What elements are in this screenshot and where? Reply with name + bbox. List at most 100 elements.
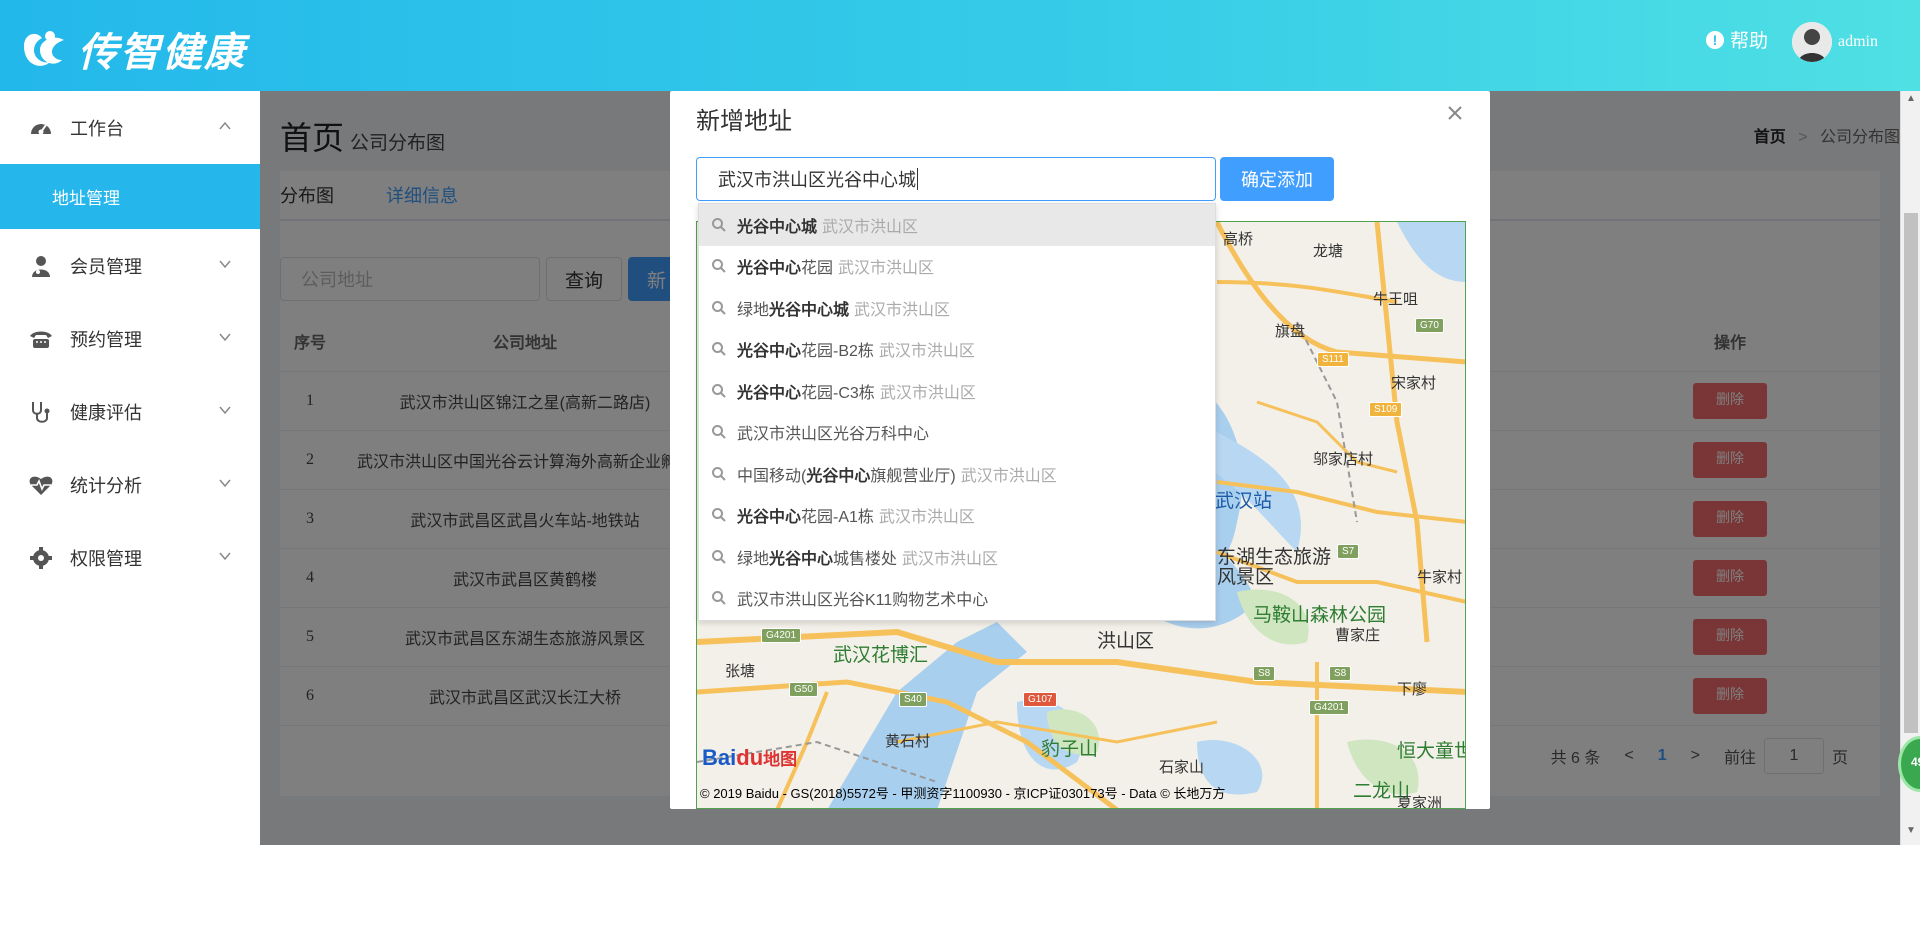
map-copyright: © 2019 Baidu - GS(2018)5572号 - 甲测资字11009…	[700, 786, 1226, 801]
sidebar-item-workbench[interactable]: 工作台	[0, 91, 260, 164]
suggestion-district: 武汉市洪山区	[878, 509, 975, 527]
suggestion-post: 旗舰营业厅)	[870, 467, 956, 485]
suggestion-item[interactable]: 光谷中心 花园 武汉市洪山区	[699, 246, 1215, 288]
road-shield: G107	[1023, 692, 1058, 707]
help-link[interactable]: ! 帮助	[1706, 26, 1768, 53]
chevron-down-icon	[219, 333, 231, 342]
map-label: 石家山	[1159, 759, 1205, 776]
map-label: 夏家洲	[1397, 795, 1443, 809]
gear-icon	[30, 546, 52, 569]
sidebar-item-health-assessment[interactable]: 健康评估	[0, 375, 260, 448]
close-icon[interactable]	[1443, 101, 1467, 125]
road-shield: S109	[1369, 402, 1403, 417]
baidu-logo-bai: Bai	[702, 745, 737, 770]
user-menu[interactable]: admin	[1792, 22, 1878, 62]
sidebar-item-appointments[interactable]: 预约管理	[0, 302, 260, 375]
map-label: 牛王咀	[1373, 291, 1419, 308]
scroll-up-icon[interactable]: ▲	[1901, 93, 1920, 111]
suggestion-item[interactable]: 绿地 光谷中心 城售楼处 武汉市洪山区	[699, 536, 1215, 578]
chevron-up-icon	[219, 121, 231, 130]
confirm-add-button[interactable]: 确定添加	[1220, 157, 1334, 201]
chevron-down-icon	[219, 406, 231, 415]
sidebar-item-permissions[interactable]: 权限管理	[0, 521, 260, 594]
map-label: 马鞍山森林公园	[1253, 605, 1387, 626]
search-icon	[712, 383, 726, 398]
map-label: 东湖生态旅游风景区	[1217, 547, 1332, 588]
app-header: 传智健康 ! 帮助 admin	[0, 0, 1920, 91]
search-icon	[712, 300, 726, 315]
suggestion-pre: 武汉市洪山区光谷K11购物艺术中心	[737, 592, 989, 610]
suggestion-pre: 武汉市洪山区光谷万科中心	[737, 426, 930, 444]
search-icon	[712, 549, 726, 564]
phone-icon	[30, 331, 52, 348]
scroll-down-icon[interactable]: ▼	[1901, 825, 1920, 843]
suggestion-item[interactable]: 光谷中心 花园-B2栋 武汉市洪山区	[699, 329, 1215, 371]
map-label: 洪山区	[1097, 631, 1155, 652]
address-input-value: 武汉市洪山区光谷中心城	[718, 170, 916, 190]
heartbeat-icon	[29, 476, 53, 495]
avatar	[1792, 22, 1832, 62]
map-label: 张塘	[725, 663, 756, 680]
address-input[interactable]: 武汉市洪山区光谷中心城	[696, 157, 1216, 201]
app-logo[interactable]: 传智健康	[18, 20, 246, 78]
suggestion-item[interactable]: 光谷中心 花园-A1栋 武汉市洪山区	[699, 495, 1215, 537]
sidebar-item-label: 健康评估	[70, 402, 142, 423]
suggestion-post: 花园	[801, 260, 834, 278]
suggestion-item[interactable]: 光谷中心城 武汉市洪山区	[699, 204, 1215, 246]
suggestion-match: 光谷中心城	[737, 218, 818, 236]
exclamation-circle-icon: !	[1706, 30, 1724, 49]
suggestion-item[interactable]: 中国移动(光谷中心 旗舰营业厅) 武汉市洪山区	[699, 453, 1215, 495]
sidebar-item-statistics[interactable]: 统计分析	[0, 448, 260, 521]
suggestion-item[interactable]: 绿地 光谷中心城 武汉市洪山区	[699, 287, 1215, 329]
road-shield: S8	[1253, 666, 1276, 681]
suggestion-district: 武汉市洪山区	[822, 218, 919, 236]
suggestion-match: 光谷中心	[737, 384, 802, 402]
suggestion-match: 光谷中心	[737, 343, 802, 361]
suggestion-match: 光谷中心	[737, 509, 802, 527]
username: admin	[1838, 33, 1878, 50]
suggestion-district: 武汉市洪山区	[902, 550, 999, 568]
sidebar-subitem-address[interactable]: 地址管理	[0, 164, 260, 229]
road-shield: S8	[1329, 666, 1352, 681]
help-label: 帮助	[1730, 31, 1769, 52]
suggestion-district: 武汉市洪山区	[854, 301, 951, 319]
suggestion-pre: 中国移动(	[737, 467, 807, 485]
baidu-logo-du: du	[736, 745, 764, 770]
suggestion-match: 光谷中心	[737, 260, 802, 278]
suggestion-item[interactable]: 武汉市洪山区光谷K11购物艺术中心	[699, 578, 1215, 620]
sidebar-item-label: 预约管理	[70, 329, 142, 350]
search-icon	[712, 342, 726, 356]
add-address-dialog: 新增地址 武汉市洪山区光谷中心城 确定添加 高桥 龙塘 牛王咀 旗盘 宋家村 邬…	[670, 91, 1490, 809]
baidu-map-logo[interactable]: Baidu地图	[702, 745, 797, 771]
scrollbar-thumb[interactable]	[1904, 213, 1918, 733]
suggestion-district: 武汉市洪山区	[879, 384, 976, 402]
sidebar: 工作台 地址管理 会员管理 预约管理 健康评估 统计分析 权限管理	[0, 91, 260, 845]
suggestion-post: 花园-A1栋	[801, 509, 874, 527]
road-shield: G50	[789, 682, 818, 697]
search-icon	[712, 508, 726, 522]
map-label: 高桥	[1223, 231, 1254, 248]
suggestion-item[interactable]: 光谷中心 花园-C3栋 武汉市洪山区	[699, 370, 1215, 412]
suggestion-district: 武汉市洪山区	[878, 343, 975, 361]
map-label: 恒大童世	[1397, 741, 1466, 762]
map-label: 邬家店村	[1313, 451, 1374, 468]
map-label: 龙塘	[1313, 243, 1344, 260]
search-icon	[712, 466, 726, 481]
suggestion-item[interactable]: 武汉市洪山区光谷万科中心	[699, 412, 1215, 454]
suggestion-pre: 绿地	[737, 550, 770, 568]
text-caret	[917, 168, 918, 190]
member-icon	[32, 255, 50, 277]
sidebar-item-label: 权限管理	[70, 548, 142, 569]
road-shield: G70	[1415, 318, 1444, 333]
chevron-down-icon	[219, 552, 231, 561]
map-label: 黄石村	[885, 733, 931, 750]
dashboard-icon	[31, 123, 51, 134]
sidebar-item-label: 统计分析	[70, 475, 142, 496]
dialog-title: 新增地址	[696, 108, 792, 135]
map-label: 豹子山	[1041, 739, 1099, 760]
vertical-scrollbar[interactable]: ▲ ▼	[1900, 91, 1920, 845]
sidebar-item-members[interactable]: 会员管理	[0, 229, 260, 302]
suggestion-district: 武汉市洪山区	[838, 260, 935, 278]
map-label: 下廖	[1397, 681, 1428, 698]
road-shield: G4201	[761, 628, 802, 643]
